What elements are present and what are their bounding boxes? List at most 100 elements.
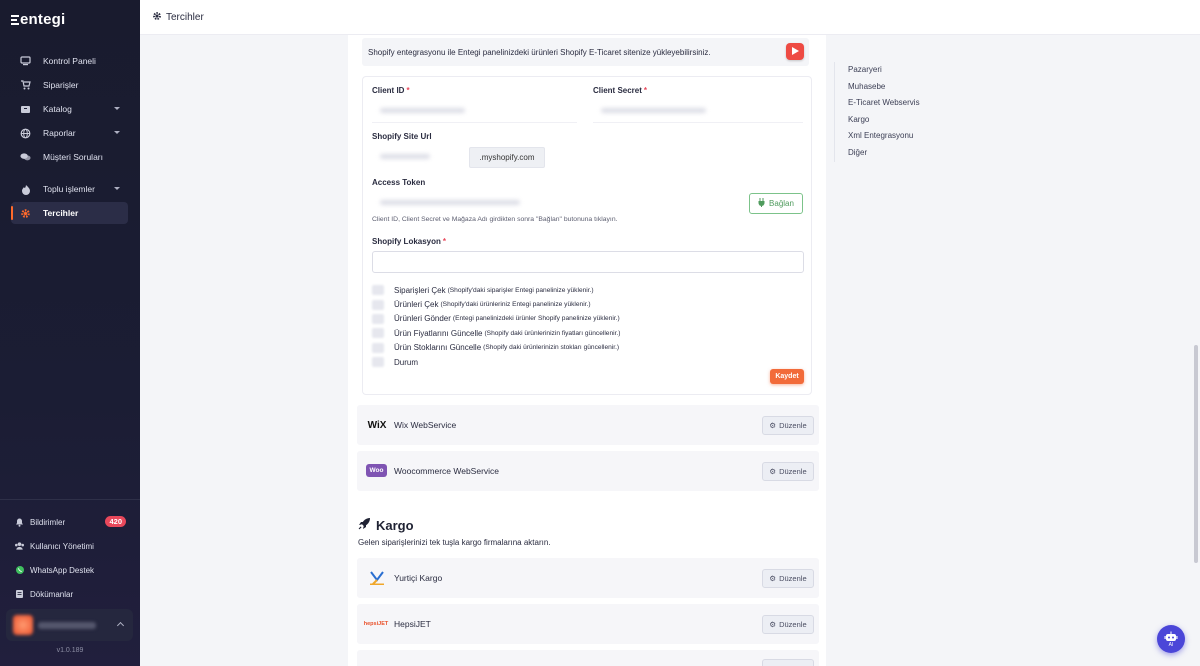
connect-button[interactable]: Bağlan [749,193,803,214]
sidebar-item-tercihler[interactable]: Tercihler [11,202,128,224]
box-icon [20,104,31,115]
chevron-down-icon [114,107,120,110]
sidebar-item-musteri-sorulari[interactable]: Müşteri Soruları [11,146,128,168]
chevron-up-icon [116,621,125,630]
fire-icon [20,184,31,195]
sidebar-item-bildirimler[interactable]: Bildirimler 420 [14,510,128,534]
sidebar-item-kontrol-paneli[interactable]: Kontrol Paneli [11,50,128,72]
anchor-kargo[interactable]: Kargo [848,112,920,129]
client-secret-underline [593,122,803,123]
option-urunleri-gonder[interactable]: Ürünleri Gönder (Entegi panelinizdeki ürü… [372,312,620,326]
top-bar: Tercihler [140,0,1200,35]
sidebar-item-label: Katalog [43,104,72,114]
integration-row-wix: WiX Wix WebService ⚙ Düzenle [357,405,819,445]
sidebar-item-label: Kontrol Paneli [43,56,96,66]
option-urunleri-cek[interactable]: Ürünleri Çek (Shopify'daki ürünleriniz En… [372,297,620,311]
chevron-down-icon [114,131,120,134]
site-url-label: Shopify Site Url [372,132,432,141]
sidebar-item-label: Siparişler [43,80,79,90]
client-id-input[interactable] [380,108,465,113]
section-anchor-nav: Pazaryeri Muhasebe E-Ticaret Webservis K… [834,62,920,162]
integration-row-woocommerce: Woo Woocommerce WebService ⚙ Düzenle [357,451,819,491]
location-label: Shopify Lokasyon * [372,237,447,246]
toggle-checkbox[interactable] [372,328,384,339]
client-id-underline [372,122,577,123]
sidebar-item-label: Tercihler [43,208,79,218]
main-nav: Kontrol Paneli Siparişler Katalog Raporl… [11,50,128,226]
edit-partial-button[interactable] [762,659,814,666]
sidebar-item-label: Bildirimler [30,517,66,527]
brand-logo[interactable]: entegi [11,11,65,28]
sidebar-item-label: Toplu işlemler [43,184,95,194]
anchor-pazaryeri[interactable]: Pazaryeri [848,62,920,79]
notification-count-badge: 420 [105,516,126,527]
wix-logo: WiX [367,419,387,431]
option-durum[interactable]: Durum [372,355,620,369]
kargo-row-hepsijet: hepsiJET HepsiJET ⚙ Düzenle [357,604,819,644]
woocommerce-logo: Woo [366,464,387,477]
kargo-row-yurtici: Yurtiçi Kargo ⚙ Düzenle [357,558,819,598]
kargo-name: HepsiJET [394,619,431,629]
toggle-checkbox[interactable] [372,285,384,296]
edit-wix-button[interactable]: ⚙ Düzenle [762,416,814,435]
site-url-input[interactable] [380,154,430,159]
users-icon [14,541,25,552]
edit-yurtici-button[interactable]: ⚙ Düzenle [762,569,814,588]
anchor-muhasebe[interactable]: Muhasebe [848,79,920,96]
video-play-icon[interactable] [786,43,804,60]
location-select[interactable] [372,251,804,273]
user-profile-card[interactable] [6,609,133,641]
bell-icon [14,517,25,528]
anchor-eticaret-webservis[interactable]: E-Ticaret Webservis [848,95,920,112]
sidebar-item-dokumanlar[interactable]: Dökümanlar [14,582,128,606]
client-secret-label: Client Secret * [593,86,648,95]
page-scrollbar[interactable] [1194,345,1198,563]
chat-icon [20,152,31,163]
shopify-info-bar: Shopify entegrasyonu ile Entegi panelini… [362,38,809,66]
option-siparisleri-cek[interactable]: Siparişleri Çek (Shopify'daki siparişler … [372,283,620,297]
anchor-xml-entegrasyonu[interactable]: Xml Entegrasyonu [848,128,920,145]
whatsapp-icon [14,565,25,576]
integration-name: Woocommerce WebService [394,466,500,476]
access-token-label: Access Token [372,178,426,187]
sync-options-list: Siparişleri Çek (Shopify'daki siparişler … [372,283,620,369]
sidebar-divider [0,499,140,500]
ai-assistant-button[interactable]: AI [1157,625,1185,653]
kargo-section-subtitle: Gelen siparişlerinizi tek tuşla kargo fi… [358,538,551,547]
chevron-down-icon [114,187,120,190]
sidebar-item-label: WhatsApp Destek [30,565,95,575]
sidebar-item-katalog[interactable]: Katalog [11,98,128,120]
anchor-diger[interactable]: Diğer [848,145,920,162]
user-name-redacted [38,622,96,629]
option-fiyat-guncelle[interactable]: Ürün Fiyatlarını Güncelle (Shopify daki ü… [372,326,620,340]
kargo-row-partial [357,650,819,666]
sidebar-item-label: Dökümanlar [30,589,74,599]
save-button[interactable]: Kaydet [770,369,804,384]
edit-hepsijet-button[interactable]: ⚙ Düzenle [762,615,814,634]
client-secret-input[interactable] [601,108,706,113]
access-token-input[interactable] [380,200,520,205]
sidebar-item-kullanici-yonetimi[interactable]: Kullanıcı Yönetimi [14,534,128,558]
kargo-section-title: Kargo [358,517,414,533]
option-stok-guncelle[interactable]: Ürün Stoklarını Güncelle (Shopify daki ür… [372,341,620,355]
sidebar-item-raporlar[interactable]: Raporlar [11,122,128,144]
connect-hint: Client ID, Client Secret ve Mağaza Adı g… [372,216,618,223]
sidebar-item-label: Raporlar [43,128,76,138]
toggle-checkbox[interactable] [372,357,384,368]
kargo-name: Yurtiçi Kargo [394,573,443,583]
toggle-checkbox[interactable] [372,342,384,353]
gear-icon: ⚙ [769,467,777,476]
toggle-checkbox[interactable] [372,299,384,310]
plug-icon [758,198,765,209]
bottom-nav: Bildirimler 420 Kullanıcı Yönetimi Whats… [14,510,128,606]
page-title: Tercihler [166,11,204,23]
sidebar-item-whatsapp-destek[interactable]: WhatsApp Destek [14,558,128,582]
gear-icon: ⚙ [769,620,777,629]
sidebar-item-siparisler[interactable]: Siparişler [11,74,128,96]
gear-icon: ⚙ [769,574,777,583]
sidebar-item-toplu-islemler[interactable]: Toplu işlemler [11,178,128,200]
gear-icon [20,208,31,219]
site-url-suffix: .myshopify.com [469,147,545,168]
toggle-checkbox[interactable] [372,313,384,324]
edit-woocommerce-button[interactable]: ⚙ Düzenle [762,462,814,481]
